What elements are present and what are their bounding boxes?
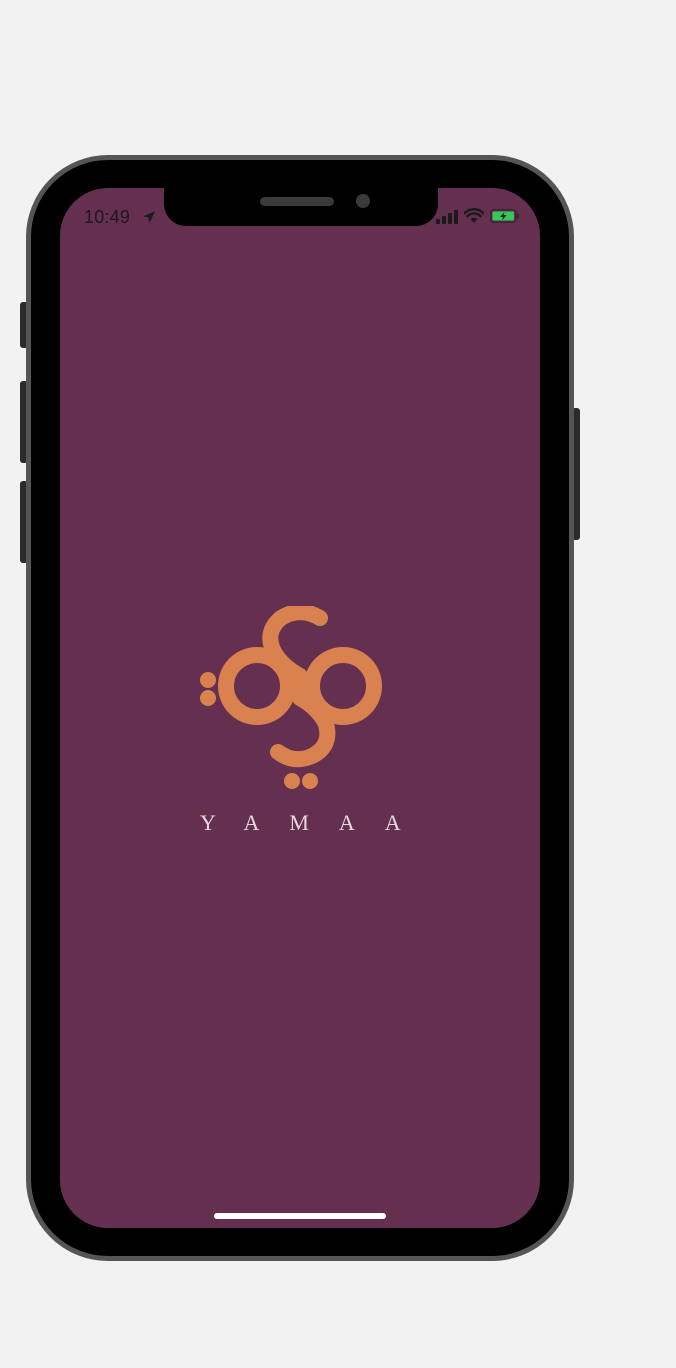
device-mockup: 10:49 YAMAA [0, 0, 676, 1368]
location-arrow-icon [143, 211, 155, 223]
speaker-grille [260, 197, 334, 206]
brand-name: YAMAA [200, 810, 431, 835]
home-indicator[interactable] [214, 1213, 386, 1219]
status-time: 10:49 [84, 207, 131, 227]
battery-charging-icon [490, 209, 519, 223]
wifi-icon [464, 208, 484, 223]
cellular-signal-icon [436, 210, 458, 224]
yamaa-logo-icon [200, 606, 382, 789]
front-camera [356, 194, 370, 208]
notch [164, 188, 438, 226]
splash-screen: 10:49 YAMAA [60, 188, 540, 1228]
